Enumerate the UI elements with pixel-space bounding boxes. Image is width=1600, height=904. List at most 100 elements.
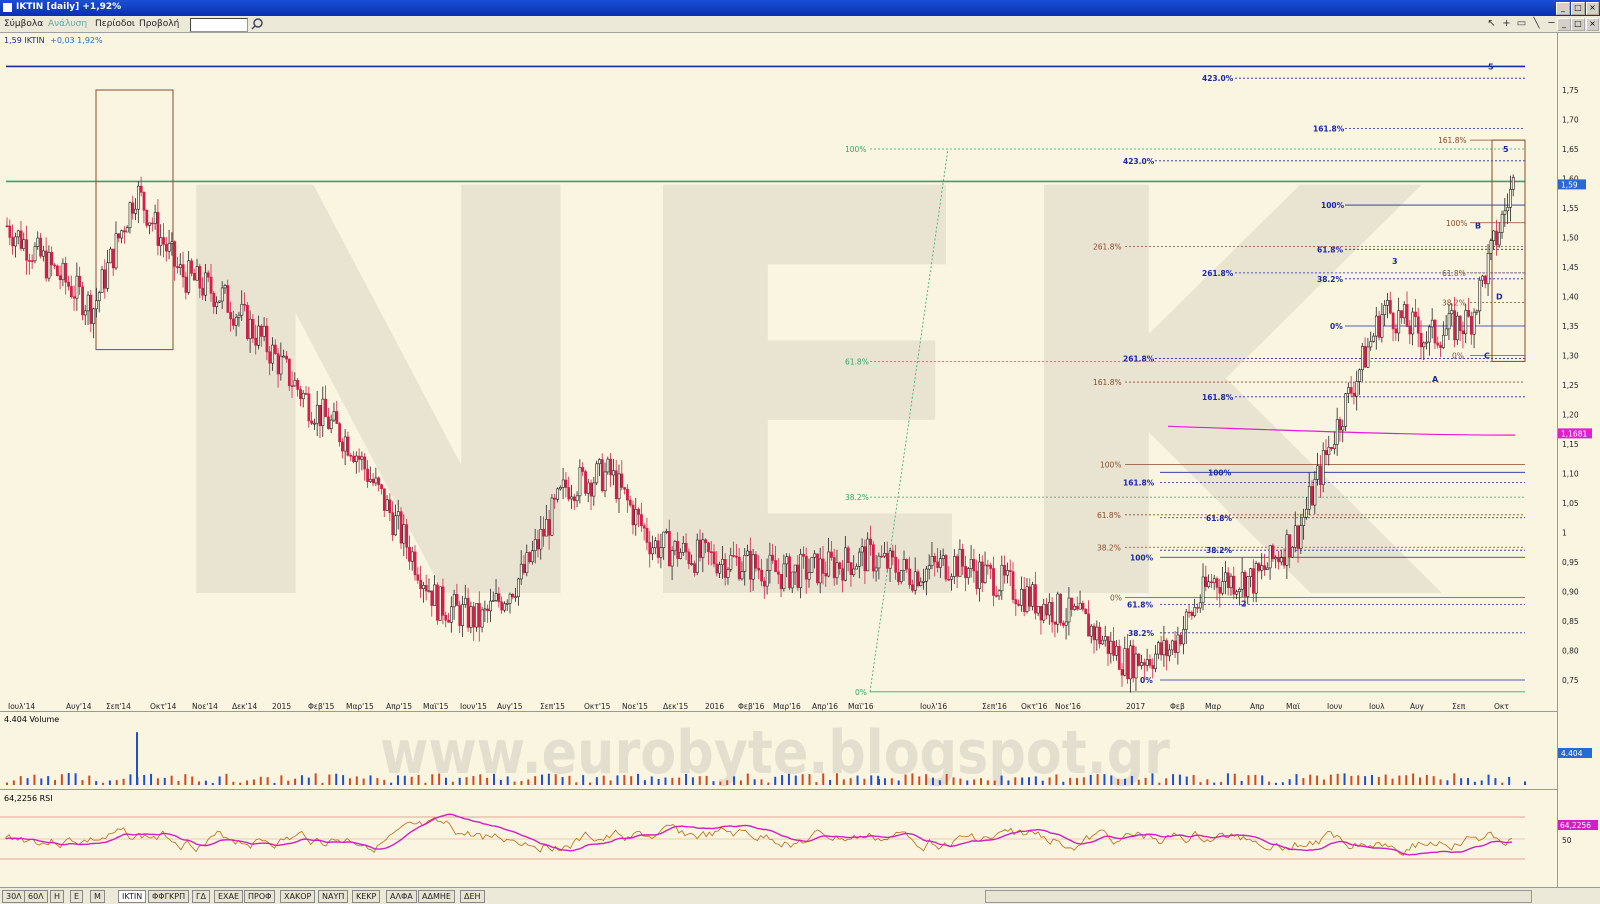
volume-bar [801, 774, 804, 785]
inner-restore-button[interactable]: □ [1571, 18, 1585, 31]
fib-level-label: 61.8% [1442, 269, 1466, 278]
fib-level-label: 161.8% [1093, 378, 1122, 387]
volume-bar [1322, 779, 1325, 785]
symbol-tab[interactable]: E [70, 890, 84, 903]
pointer-tool-icon[interactable]: ↖ [1485, 18, 1498, 30]
volume-bar [6, 782, 8, 785]
volume-bar [733, 776, 736, 785]
price-candle [944, 553, 948, 582]
menu-symbols[interactable]: Σύμβολα [4, 19, 43, 29]
last-price-label: 1,59 [1561, 180, 1578, 189]
volume-bar [396, 775, 399, 785]
symbol-tab[interactable]: M [90, 890, 105, 903]
volume-bar [1432, 776, 1435, 785]
symbol-tab[interactable]: ΠΡΟΦ [244, 890, 276, 903]
fib-level-label: 61.8% [1127, 600, 1154, 609]
minimize-button[interactable]: _ [1556, 2, 1570, 15]
volume-bar [122, 778, 125, 785]
symbol-tab[interactable]: ΑΔΜΗΕ [418, 890, 455, 903]
rectangle-tool-icon[interactable]: ▭ [1515, 18, 1528, 30]
time-axis-label: Ιουν'15 [460, 702, 487, 711]
menu-analysis[interactable]: Ανάλυση [48, 19, 87, 29]
rsi-signal-line [5, 813, 1513, 856]
symbol-tab[interactable]: ΚΕΚΡ [352, 890, 381, 903]
volume-bar [1487, 774, 1490, 785]
panel-divider-volume[interactable] [0, 711, 1600, 712]
price-axis-tick: 1,35 [1562, 322, 1579, 331]
volume-bar [472, 776, 475, 785]
wave-label: B [1475, 222, 1481, 231]
volume-bar [1178, 774, 1181, 785]
price-axis-tick: 0,90 [1562, 588, 1579, 597]
volume-bar [698, 776, 701, 785]
symbol-search-input[interactable] [190, 18, 248, 32]
inner-close-button[interactable]: × [1586, 18, 1599, 31]
symbol-tab[interactable]: ΕΧΑΕ [214, 890, 244, 903]
volume-bar [595, 777, 598, 785]
menu-view[interactable]: Προβολή [139, 19, 179, 29]
symbol-tab[interactable]: H [50, 890, 65, 903]
price-candle [695, 533, 699, 576]
symbol-tab[interactable]: ΑΛΦΑ [386, 890, 417, 903]
price-candle [125, 225, 129, 233]
symbol-tab[interactable]: 60Λ [24, 890, 48, 903]
chart-svg[interactable]: NEK www.eurobyte.blogspot.gr 100%61.8%38… [0, 33, 1557, 892]
symbol-tab[interactable]: ΝΑΥΠ [318, 890, 349, 903]
volume-bar [534, 776, 537, 785]
volume-bar [170, 775, 173, 785]
volume-bar [266, 777, 269, 785]
volume-bar [1384, 774, 1387, 785]
price-candle [1436, 336, 1440, 349]
volume-bar [1103, 774, 1106, 785]
price-candle [14, 232, 17, 258]
price-candle [1497, 222, 1501, 248]
volume-bar [438, 773, 441, 785]
volume-bar [878, 779, 880, 785]
volume-bar [849, 778, 852, 785]
price-candle [123, 226, 126, 244]
panel-divider-rsi[interactable] [0, 789, 1600, 790]
volume-bar [390, 782, 393, 785]
volume-bar [1508, 776, 1511, 785]
price-candle [47, 245, 51, 282]
volume-bar [403, 775, 406, 785]
fib-level-label: 100% [1446, 219, 1467, 228]
symbol-tab[interactable]: IKTIN [118, 890, 147, 903]
volume-bar [1261, 775, 1264, 785]
symbol-tab[interactable]: ΔΕΗ [460, 890, 485, 903]
volume-bar [993, 780, 996, 785]
volume-bar [685, 773, 688, 785]
symbol-tab[interactable]: 30Λ [2, 890, 26, 903]
volume-bar [1144, 777, 1147, 785]
volume-bar [554, 774, 557, 785]
volume-bar [198, 781, 201, 785]
price-candle [1481, 274, 1484, 287]
maximize-button[interactable]: □ [1571, 2, 1585, 15]
menu-periods[interactable]: Περίοδοι [95, 19, 135, 29]
volume-bar [1501, 782, 1504, 785]
volume-bar [883, 778, 886, 785]
inner-minimize-button[interactable]: _ [1557, 18, 1571, 31]
volume-bar [664, 777, 667, 785]
highlight-box[interactable] [1491, 139, 1526, 362]
volume-bar [966, 780, 969, 785]
time-axis-label: Αυγ [1410, 702, 1424, 711]
volume-bar [931, 777, 934, 785]
price-candle [50, 246, 54, 277]
symbol-tab[interactable]: ΦΦΓΚΡΠ [148, 890, 190, 903]
close-button[interactable]: × [1586, 2, 1599, 15]
crosshair-tool-icon[interactable]: + [1500, 18, 1513, 30]
price-candle [55, 264, 59, 277]
volume-bar [1316, 775, 1319, 785]
symbol-tab[interactable]: ΧΑΚΟΡ [280, 890, 316, 903]
volume-bar [163, 777, 166, 785]
search-icon[interactable] [250, 17, 264, 31]
horizontal-scrollbar[interactable] [985, 890, 1532, 903]
volume-bar [67, 773, 70, 785]
volume-bar [911, 773, 914, 785]
chart-canvas[interactable]: NEK www.eurobyte.blogspot.gr 100% 61.8% 38… [0, 33, 1557, 892]
line-tool-icon[interactable]: ╲ [1530, 18, 1543, 30]
symbol-tab[interactable]: ΓΔ [192, 890, 210, 903]
volume-bar [767, 782, 770, 785]
volume-bar [609, 780, 612, 785]
